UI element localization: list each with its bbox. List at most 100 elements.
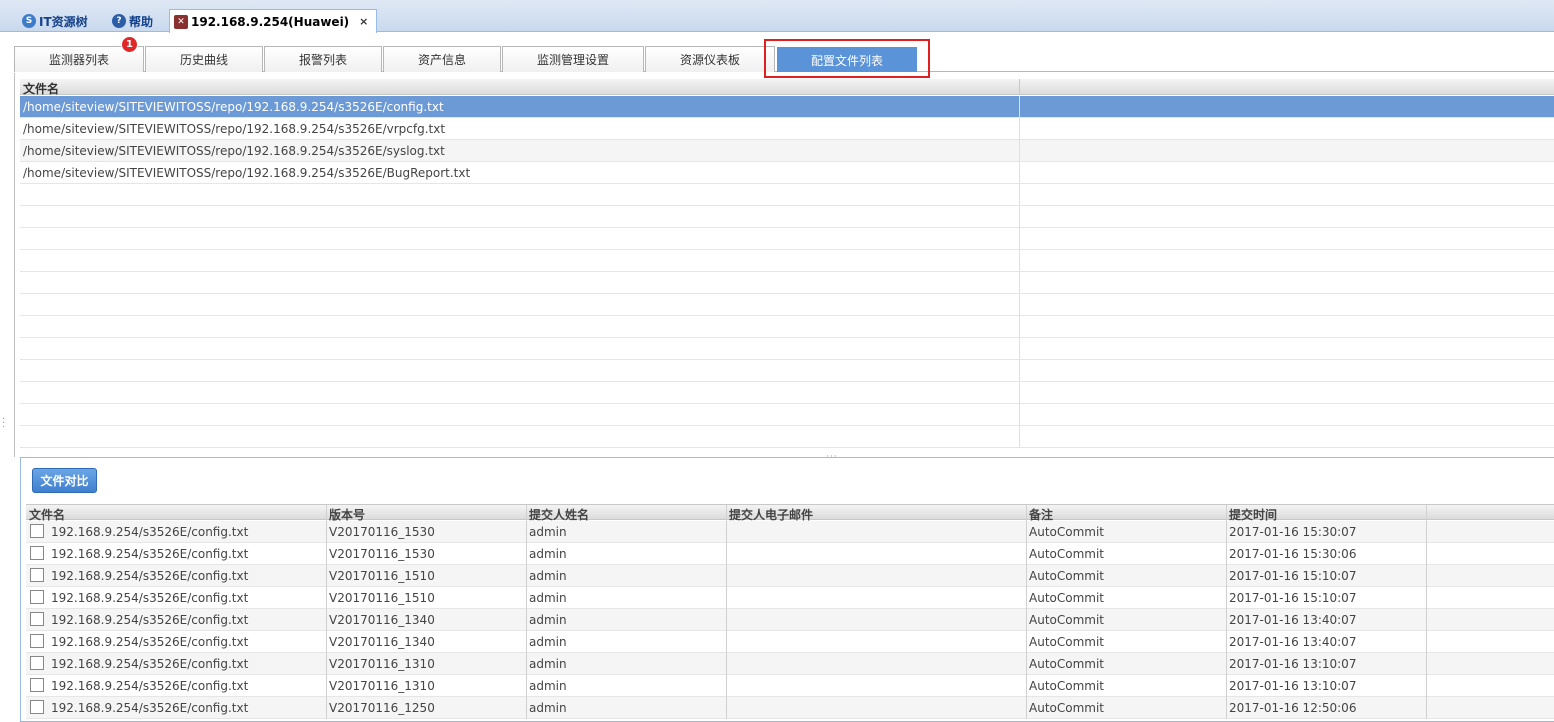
cell-submitter-name: admin <box>529 591 567 605</box>
empty-row <box>20 360 1554 382</box>
row-checkbox[interactable] <box>30 546 44 560</box>
column-header-filename[interactable]: 文件名 <box>23 80 59 97</box>
cell-submitter-name: admin <box>529 569 567 583</box>
config-file-grid: 文件名 /home/siteview/SITEVIEWITOSS/repo/19… <box>14 73 1554 457</box>
tab-label: IT资源树 <box>39 14 88 29</box>
tab-history-curve[interactable]: 历史曲线 <box>145 46 263 72</box>
tab-resource-dashboard[interactable]: 资源仪表板 <box>645 46 775 72</box>
cell-submit-time: 2017-01-16 12:50:06 <box>1229 701 1357 715</box>
row-checkbox[interactable] <box>30 590 44 604</box>
cell-version: V20170116_1310 <box>329 657 435 671</box>
version-history-panel: 文件对比 文件名 版本号 提交人姓名 提交人电子邮件 备注 提交时间 192.1… <box>20 457 1554 722</box>
row-checkbox[interactable] <box>30 612 44 626</box>
cell-submitter-name: admin <box>529 613 567 627</box>
empty-row <box>20 272 1554 294</box>
tab-label: 192.168.9.254(Huawei) <box>191 14 350 29</box>
cell-submit-time: 2017-01-16 13:40:07 <box>1229 613 1357 627</box>
row-checkbox[interactable] <box>30 524 44 538</box>
file-compare-button[interactable]: 文件对比 <box>32 468 97 493</box>
version-row[interactable]: 192.168.9.254/s3526E/config.txt V20170116… <box>26 609 1554 631</box>
cell-filename: 192.168.9.254/s3526E/config.txt <box>51 701 249 715</box>
cell-remark: AutoCommit <box>1029 569 1104 583</box>
empty-row <box>20 426 1554 448</box>
version-row[interactable]: 192.168.9.254/s3526E/config.txt V20170116… <box>26 587 1554 609</box>
cell-submit-time: 2017-01-16 13:10:07 <box>1229 679 1357 693</box>
cell-version: V20170116_1310 <box>329 679 435 693</box>
version-row[interactable]: 192.168.9.254/s3526E/config.txt V20170116… <box>26 631 1554 653</box>
cell-filename: 192.168.9.254/s3526E/config.txt <box>51 547 249 561</box>
cell-submit-time: 2017-01-16 13:10:07 <box>1229 657 1357 671</box>
tab-asset-info[interactable]: 资产信息 <box>383 46 501 72</box>
cell-remark: AutoCommit <box>1029 657 1104 671</box>
cell-filename: 192.168.9.254/s3526E/config.txt <box>51 591 249 605</box>
file-row[interactable]: /home/siteview/SITEVIEWITOSS/repo/192.16… <box>20 96 1554 118</box>
resource-tree-icon: S <box>22 14 36 28</box>
empty-row <box>20 338 1554 360</box>
side-splitter-grip[interactable]: · · · <box>2 415 5 433</box>
file-row[interactable]: /home/siteview/SITEVIEWITOSS/repo/192.16… <box>20 162 1554 184</box>
tab-it-resource-tree[interactable]: S IT资源树 <box>18 10 92 32</box>
empty-row <box>20 250 1554 272</box>
tab-help[interactable]: ? 帮助 <box>108 10 157 32</box>
cell-filename: 192.168.9.254/s3526E/config.txt <box>51 635 249 649</box>
cell-remark: AutoCommit <box>1029 635 1104 649</box>
tab-alarm-list[interactable]: 报警列表 <box>264 46 382 72</box>
cell-remark: AutoCommit <box>1029 547 1104 561</box>
device-icon: ✕ <box>174 14 188 29</box>
version-row[interactable]: 192.168.9.254/s3526E/config.txt V20170116… <box>26 565 1554 587</box>
help-icon: ? <box>112 14 126 28</box>
version-grid-header: 文件名 版本号 提交人姓名 提交人电子邮件 备注 提交时间 <box>26 504 1554 522</box>
notification-badge: 1 <box>121 36 138 53</box>
cell-remark: AutoCommit <box>1029 525 1104 539</box>
cell-submit-time: 2017-01-16 15:10:07 <box>1229 569 1357 583</box>
empty-row <box>20 184 1554 206</box>
version-row[interactable]: 192.168.9.254/s3526E/config.txt V20170116… <box>26 543 1554 565</box>
cell-filename: 192.168.9.254/s3526E/config.txt <box>51 613 249 627</box>
cell-filename: 192.168.9.254/s3526E/config.txt <box>51 679 249 693</box>
cell-remark: AutoCommit <box>1029 701 1104 715</box>
cell-filename: 192.168.9.254/s3526E/config.txt <box>51 657 249 671</box>
row-checkbox[interactable] <box>30 634 44 648</box>
row-checkbox[interactable] <box>30 678 44 692</box>
window-tab-bar: S IT资源树 ? 帮助 ✕ 192.168.9.254(Huawei) × <box>0 0 1554 33</box>
cell-submitter-name: admin <box>529 635 567 649</box>
cell-version: V20170116_1530 <box>329 525 435 539</box>
cell-submitter-name: admin <box>529 701 567 715</box>
file-row[interactable]: /home/siteview/SITEVIEWITOSS/repo/192.16… <box>20 118 1554 140</box>
cell-submitter-name: admin <box>529 679 567 693</box>
cell-remark: AutoCommit <box>1029 591 1104 605</box>
cell-version: V20170116_1340 <box>329 635 435 649</box>
version-row[interactable]: 192.168.9.254/s3526E/config.txt V20170116… <box>26 697 1554 719</box>
cell-submit-time: 2017-01-16 15:30:06 <box>1229 547 1357 561</box>
row-checkbox[interactable] <box>30 568 44 582</box>
empty-row <box>20 206 1554 228</box>
tab-device[interactable]: ✕ 192.168.9.254(Huawei) × <box>169 9 378 33</box>
version-row[interactable]: 192.168.9.254/s3526E/config.txt V20170116… <box>26 521 1554 543</box>
tab-label: 帮助 <box>129 14 154 29</box>
empty-row <box>20 382 1554 404</box>
row-checkbox[interactable] <box>30 656 44 670</box>
empty-row <box>20 294 1554 316</box>
close-icon[interactable]: × <box>359 15 368 28</box>
cell-version: V20170116_1340 <box>329 613 435 627</box>
version-row[interactable]: 192.168.9.254/s3526E/config.txt V20170116… <box>26 675 1554 697</box>
version-row[interactable]: 192.168.9.254/s3526E/config.txt V20170116… <box>26 653 1554 675</box>
grid-header: 文件名 <box>20 79 1554 97</box>
cell-filename: 192.168.9.254/s3526E/config.txt <box>51 569 249 583</box>
tab-monitor-settings[interactable]: 监测管理设置 <box>502 46 644 72</box>
empty-row <box>20 316 1554 338</box>
cell-submitter-name: admin <box>529 525 567 539</box>
cell-version: V20170116_1510 <box>329 569 435 583</box>
row-checkbox[interactable] <box>30 700 44 714</box>
cell-version: V20170116_1530 <box>329 547 435 561</box>
cell-version: V20170116_1510 <box>329 591 435 605</box>
empty-row <box>20 404 1554 426</box>
cell-submit-time: 2017-01-16 15:10:07 <box>1229 591 1357 605</box>
cell-remark: AutoCommit <box>1029 613 1104 627</box>
cell-submitter-name: admin <box>529 657 567 671</box>
empty-row <box>20 228 1554 250</box>
cell-submitter-name: admin <box>529 547 567 561</box>
file-row[interactable]: /home/siteview/SITEVIEWITOSS/repo/192.16… <box>20 140 1554 162</box>
cell-filename: 192.168.9.254/s3526E/config.txt <box>51 525 249 539</box>
cell-remark: AutoCommit <box>1029 679 1104 693</box>
